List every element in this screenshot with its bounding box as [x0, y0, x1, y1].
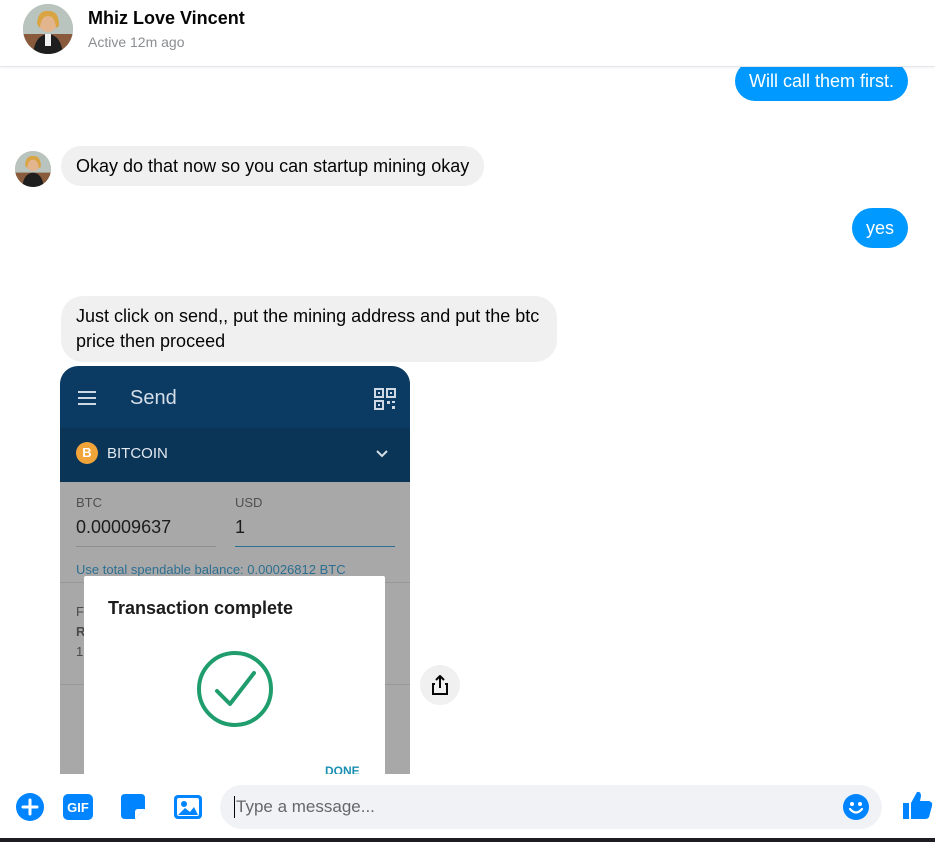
share-button[interactable]: [420, 665, 460, 705]
menu-icon: [78, 391, 96, 405]
message-composer: GIF Type a message...: [0, 774, 935, 838]
bitcoin-icon: B: [76, 442, 98, 464]
photo-icon[interactable]: [173, 792, 203, 822]
app-title: Send: [130, 387, 177, 409]
gif-label: GIF: [67, 800, 89, 815]
sticker-icon[interactable]: [118, 792, 148, 822]
contact-avatar[interactable]: [23, 4, 73, 54]
check-circle-icon: [197, 651, 273, 727]
contact-avatar-small: [15, 151, 51, 187]
contact-name[interactable]: Mhiz Love Vincent: [88, 8, 245, 29]
window-edge: [0, 838, 935, 842]
share-icon: [432, 675, 448, 695]
qr-code-icon: [374, 388, 396, 410]
message-placeholder: Type a message...: [236, 797, 375, 816]
active-status: Active 12m ago: [88, 34, 185, 50]
dialog-title: Transaction complete: [108, 598, 294, 618]
coin-selector: B BITCOIN: [60, 428, 410, 482]
usd-amount: 1: [235, 517, 246, 537]
outgoing-message[interactable]: Will call them first.: [734, 67, 908, 101]
text-caret: [234, 796, 235, 818]
coin-label: BITCOIN: [107, 445, 168, 462]
transaction-dialog: Transaction complete DONE: [84, 576, 385, 774]
conversation-header: Mhiz Love Vincent Active 12m ago: [0, 0, 935, 67]
outgoing-message[interactable]: yes: [851, 208, 908, 248]
spendable-balance-link: Use total spendable balance: 0.00026812 …: [76, 562, 346, 577]
message-thread[interactable]: Will call them first. Okay do that now s…: [0, 67, 935, 774]
gif-icon[interactable]: GIF: [62, 792, 94, 822]
btc-label: BTC: [76, 495, 102, 510]
message-input[interactable]: Type a message...: [220, 785, 882, 829]
attached-image[interactable]: Send B BITCOIN BTC 0.00009637 USD 1 Use …: [60, 366, 410, 774]
done-button: DONE: [325, 764, 360, 774]
btc-amount: 0.00009637: [76, 517, 172, 537]
hidden-text: 1: [76, 644, 84, 659]
incoming-message[interactable]: Just click on send,, put the mining addr…: [61, 296, 557, 362]
app-toolbar: Send: [60, 366, 410, 428]
chevron-down-icon: [376, 450, 388, 458]
hidden-text: F: [76, 604, 84, 619]
like-icon[interactable]: [900, 788, 934, 822]
usd-label: USD: [235, 495, 263, 510]
add-icon[interactable]: [15, 792, 45, 822]
emoji-icon[interactable]: [842, 793, 870, 821]
incoming-message[interactable]: Okay do that now so you can startup mini…: [61, 146, 485, 186]
